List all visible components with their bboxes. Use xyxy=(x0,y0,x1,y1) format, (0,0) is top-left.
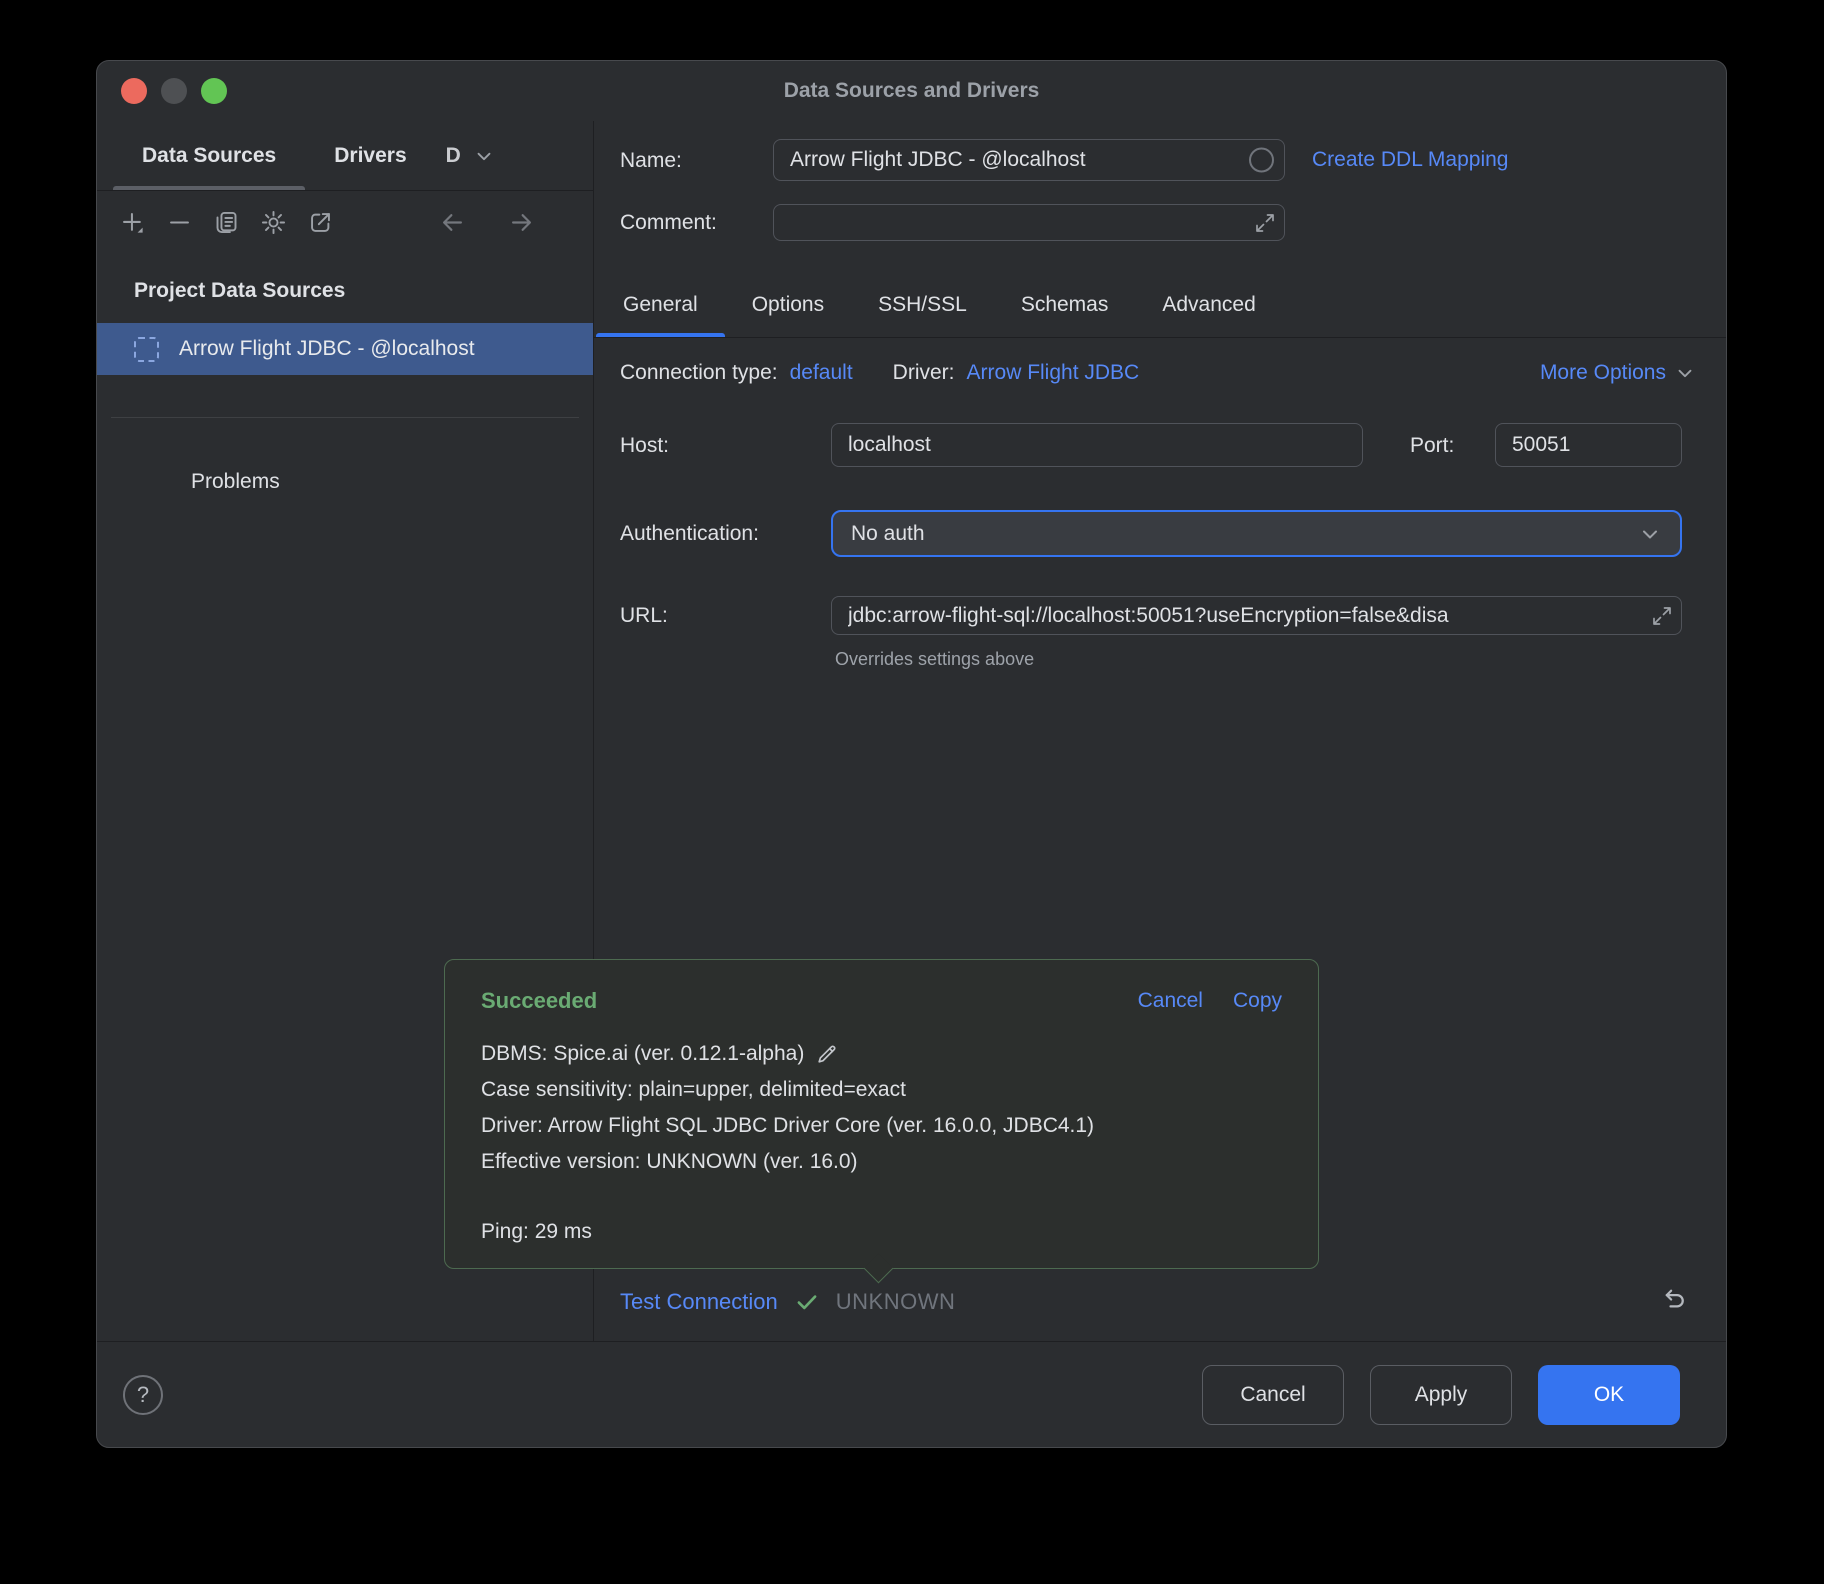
traffic-lights xyxy=(121,78,227,104)
test-result-text: UNKNOWN xyxy=(836,1289,956,1315)
chevron-down-icon xyxy=(1638,522,1662,546)
minimize-window-button[interactable] xyxy=(161,78,187,104)
dialog-footer: ? Cancel Apply OK xyxy=(97,1341,1726,1447)
tab-general[interactable]: General xyxy=(596,272,725,337)
url-input[interactable] xyxy=(831,596,1682,635)
data-source-list-item[interactable]: Arrow Flight JDBC - @localhost xyxy=(97,323,593,375)
sidebar-tabs: Data Sources Drivers D xyxy=(97,121,593,191)
tab-schemas[interactable]: Schemas xyxy=(994,272,1136,337)
remove-data-source-icon[interactable] xyxy=(166,209,193,236)
test-connection-link[interactable]: Test Connection xyxy=(620,1289,778,1315)
settings-gear-icon[interactable] xyxy=(260,209,287,236)
port-input[interactable] xyxy=(1495,423,1682,467)
chevron-down-icon xyxy=(1674,362,1696,384)
window-title: Data Sources and Drivers xyxy=(784,79,1040,103)
titlebar: Data Sources and Drivers xyxy=(97,61,1726,121)
popup-dbms-line: DBMS: Spice.ai (ver. 0.12.1-alpha) xyxy=(481,1036,804,1072)
popup-copy-link[interactable]: Copy xyxy=(1233,989,1282,1013)
tab-drivers[interactable]: Drivers xyxy=(305,121,435,190)
chevron-down-icon xyxy=(473,145,495,167)
help-icon[interactable]: ? xyxy=(123,1375,163,1415)
edit-pencil-icon[interactable] xyxy=(814,1042,839,1067)
tab-advanced[interactable]: Advanced xyxy=(1135,272,1282,337)
popup-ping-line: Ping: 29 ms xyxy=(481,1214,1282,1250)
apply-button[interactable]: Apply xyxy=(1370,1365,1512,1425)
port-label: Port: xyxy=(1410,434,1454,458)
comment-label: Comment: xyxy=(620,211,717,235)
name-input[interactable] xyxy=(773,139,1285,181)
connection-type-value-link[interactable]: default xyxy=(790,361,853,385)
forward-arrow-icon[interactable] xyxy=(508,209,535,236)
url-field-wrap xyxy=(831,596,1682,635)
tabs-divider xyxy=(594,337,1726,338)
success-check-icon xyxy=(794,1289,820,1315)
test-connection-row: Test Connection UNKNOWN xyxy=(620,1289,955,1315)
create-ddl-mapping-link[interactable]: Create DDL Mapping xyxy=(1312,148,1509,172)
expand-editor-icon[interactable] xyxy=(1253,211,1277,235)
test-connection-popup: Succeeded Cancel Copy DBMS: Spice.ai (ve… xyxy=(444,959,1319,1269)
popup-status: Succeeded xyxy=(481,988,597,1014)
tab-overflow[interactable]: D xyxy=(436,121,505,190)
host-label: Host: xyxy=(620,434,669,458)
tab-data-sources[interactable]: Data Sources xyxy=(113,121,305,190)
settings-tabs: General Options SSH/SSL Schemas Advanced xyxy=(596,272,1283,337)
url-hint: Overrides settings above xyxy=(835,649,1034,670)
authentication-select[interactable]: No auth xyxy=(831,510,1682,557)
data-sources-dialog: Data Sources and Drivers Data Sources Dr… xyxy=(96,60,1727,1448)
tab-ssh-ssl[interactable]: SSH/SSL xyxy=(851,272,994,337)
expand-editor-icon[interactable] xyxy=(1650,604,1674,628)
popup-case-line: Case sensitivity: plain=upper, delimited… xyxy=(481,1072,906,1108)
authentication-value: No auth xyxy=(851,522,925,546)
back-arrow-icon[interactable] xyxy=(439,209,466,236)
name-field-wrap xyxy=(773,139,1285,181)
undo-icon[interactable] xyxy=(1658,1287,1688,1317)
popup-driver-line: Driver: Arrow Flight SQL JDBC Driver Cor… xyxy=(481,1108,1094,1144)
popup-cancel-link[interactable]: Cancel xyxy=(1138,989,1203,1013)
popup-version-line: Effective version: UNKNOWN (ver. 16.0) xyxy=(481,1144,858,1180)
host-input[interactable] xyxy=(831,423,1363,467)
data-source-label: Arrow Flight JDBC - @localhost xyxy=(179,337,475,361)
spinner-ring-icon xyxy=(1249,148,1274,173)
more-options-control[interactable]: More Options xyxy=(1540,361,1696,385)
project-data-sources-header: Project Data Sources xyxy=(134,279,593,303)
tab-options[interactable]: Options xyxy=(725,272,851,337)
connection-type-row: Connection type: default Driver: Arrow F… xyxy=(620,361,1139,385)
name-label: Name: xyxy=(620,149,682,173)
zoom-window-button[interactable] xyxy=(201,78,227,104)
comment-input[interactable] xyxy=(773,204,1285,241)
duplicate-icon[interactable] xyxy=(213,209,240,236)
authentication-label: Authentication: xyxy=(620,522,759,546)
sidebar-divider xyxy=(111,417,579,418)
more-options-link[interactable]: More Options xyxy=(1540,361,1666,385)
sidebar-item-problems[interactable]: Problems xyxy=(191,470,593,494)
data-source-icon xyxy=(134,337,159,362)
close-window-button[interactable] xyxy=(121,78,147,104)
sidebar-toolbar xyxy=(97,191,593,253)
ok-button[interactable]: OK xyxy=(1538,1365,1680,1425)
add-data-source-icon[interactable] xyxy=(119,209,146,236)
url-label: URL: xyxy=(620,604,668,628)
open-in-new-icon[interactable] xyxy=(307,209,334,236)
driver-label: Driver: xyxy=(893,361,955,385)
driver-value-link[interactable]: Arrow Flight JDBC xyxy=(967,361,1140,385)
connection-type-label: Connection type: xyxy=(620,361,778,385)
comment-field-wrap xyxy=(773,204,1285,241)
cancel-button[interactable]: Cancel xyxy=(1202,1365,1344,1425)
